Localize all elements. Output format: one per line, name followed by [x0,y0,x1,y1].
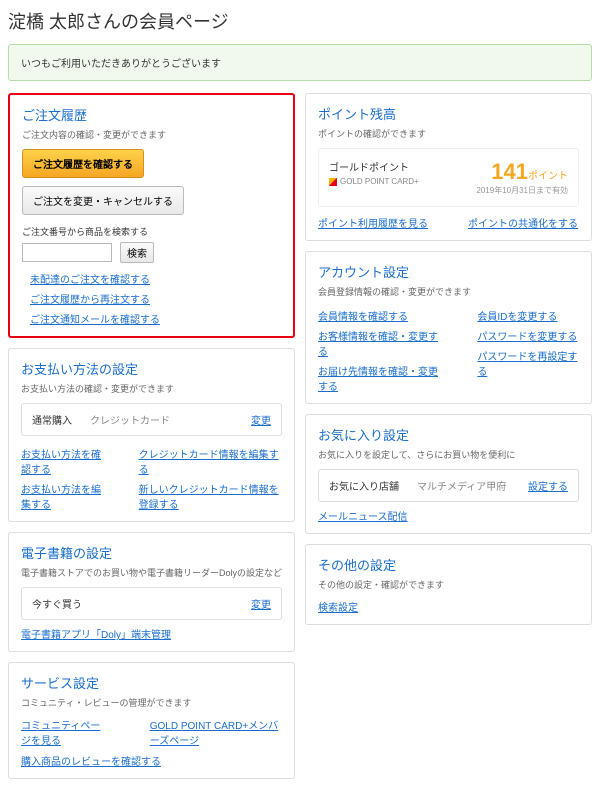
other-desc: その他の設定・確認ができます [318,578,579,591]
fav-set-link[interactable]: 設定する [528,478,568,493]
customer-info-link[interactable]: お客様情報を確認・変更する [318,328,447,358]
service-section: サービス設定 コミュニティ・レビューの管理ができます コミュニティページを見る … [8,662,295,779]
ebook-change-link[interactable]: 変更 [251,596,271,611]
ebook-section: 電子書籍の設定 電子書籍ストアでのお買い物や電子書籍リーダーDolyの設定など … [8,532,295,652]
pw-change-link[interactable]: パスワードを変更する [477,328,579,343]
gold-point-label: ゴールドポイント [329,159,419,174]
fav-box-label: お気に入り店舗 [329,478,399,493]
mailnews-link[interactable]: メールニュース配信 [318,512,408,523]
account-section: アカウント設定 会員登録情報の確認・変更ができます 会員情報を確認する お客様情… [305,251,592,404]
payment-desc: お支払い方法の確認・変更ができます [21,382,282,395]
id-change-link[interactable]: 会員IDを変更する [477,308,579,323]
points-section: ポイント残高 ポイントの確認ができます ゴールドポイント GOLD POINT … [305,93,592,241]
order-link-reorder[interactable]: ご注文履歴から再注文する [30,291,160,306]
order-desc: ご注文内容の確認・変更ができます [22,128,281,141]
ebook-box-label: 今すぐ買う [32,596,82,611]
ebook-doly-link[interactable]: 電子書籍アプリ「Doly」端末管理 [21,630,171,641]
service-review-link[interactable]: 購入商品のレビューを確認する [21,757,161,768]
order-link-mail[interactable]: ご注文通知メールを確認する [30,311,160,326]
service-title: サービス設定 [21,673,282,692]
other-section: その他の設定 その他の設定・確認ができます 検索設定 [305,544,592,625]
order-search-button[interactable]: 検索 [120,242,154,263]
cancel-order-button[interactable]: ご注文を変更・キャンセルする [22,186,184,215]
other-title: その他の設定 [318,555,579,574]
pw-reset-link[interactable]: パスワードを再設定する [477,348,579,378]
order-title: ご注文履歴 [22,105,281,124]
cc-link-new[interactable]: 新しいクレジットカード情報を登録する [139,481,282,511]
points-title: ポイント残高 [318,104,579,123]
service-gpc-link[interactable]: GOLD POINT CARD+メンバーズページ [150,717,282,747]
account-title: アカウント設定 [318,262,579,281]
thanks-notice: いつもご利用いただきありがとうございます [8,44,592,81]
ebook-box: 今すぐ買う 変更 [21,587,282,620]
fav-section: お気に入り設定 お気に入りを設定して、さらにお買い物を便利に お気に入り店舗 マ… [305,414,592,534]
payment-box: 通常購入 クレジットカード 変更 [21,403,282,436]
delivery-info-link[interactable]: お届け先情報を確認・変更する [318,363,447,393]
points-share-link[interactable]: ポイントの共通化をする [468,215,578,230]
service-community-link[interactable]: コミュニティページを見る [21,717,110,747]
payment-box-value: クレジットカード [90,412,170,427]
order-search-input[interactable] [22,243,112,262]
cc-link-edit[interactable]: クレジットカード情報を編集する [139,446,282,476]
ebook-title: 電子書籍の設定 [21,543,282,562]
points-number: 141 [491,159,528,184]
account-desc: 会員登録情報の確認・変更ができます [318,285,579,298]
points-desc: ポイントの確認ができます [318,127,579,140]
fav-box-value: マルチメディア甲府 [417,478,506,493]
confirm-order-button[interactable]: ご注文履歴を確認する [22,149,144,178]
payment-link-edit[interactable]: お支払い方法を編集する [21,481,109,511]
page-title: 淀橋 太郎さんの会員ページ [8,8,592,34]
fav-title: お気に入り設定 [318,425,579,444]
order-search-label: ご注文番号から商品を検索する [22,225,281,238]
search-settings-link[interactable]: 検索設定 [318,603,358,614]
fav-box: お気に入り店舗 マルチメディア甲府 設定する [318,469,579,502]
order-link-undelivered[interactable]: 未配達のご注文を確認する [30,271,160,286]
payment-link-confirm[interactable]: お支払い方法を確認する [21,446,109,476]
ebook-desc: 電子書籍ストアでのお買い物や電子書籍リーダーDolyの設定など [21,566,282,579]
payment-section: お支払い方法の設定 お支払い方法の確認・変更ができます 通常購入 クレジットカー… [8,348,295,522]
gold-card-icon [329,178,337,186]
service-desc: コミュニティ・レビューの管理ができます [21,696,282,709]
fav-desc: お気に入りを設定して、さらにお買い物を便利に [318,448,579,461]
points-history-link[interactable]: ポイント利用履歴を見る [318,215,428,230]
payment-title: お支払い方法の設定 [21,359,282,378]
points-unit: ポイント [528,171,568,182]
account-info-link[interactable]: 会員情報を確認する [318,308,447,323]
payment-change-link[interactable]: 変更 [251,412,271,427]
gold-card-label: GOLD POINT CARD+ [329,177,419,186]
order-history-section: ご注文履歴 ご注文内容の確認・変更ができます ご注文履歴を確認する ご注文を変更… [8,93,295,338]
payment-box-label: 通常購入 [32,412,72,427]
points-expiry: 2019年10月31日まで有効 [476,185,568,196]
